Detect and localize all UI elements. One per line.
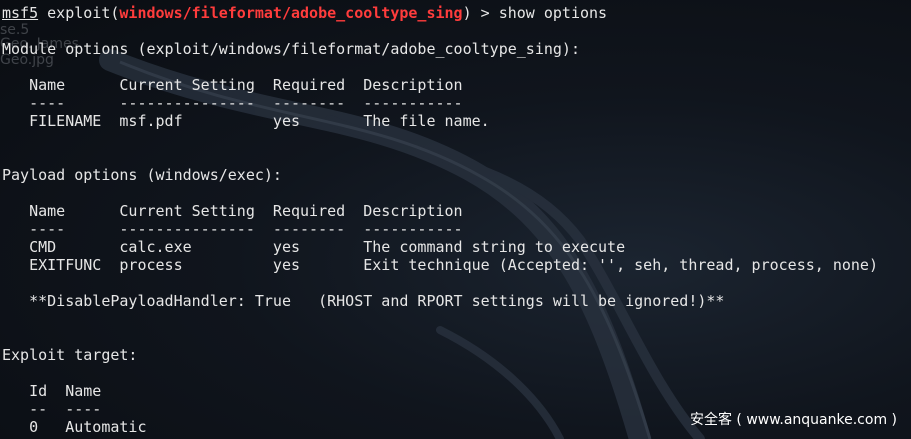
module-options-heading: Module options (exploit/windows/fileform… (2, 40, 580, 58)
payload-options-header: Name Current Setting Required Descriptio… (2, 202, 463, 220)
console-prompt-label: msf5 (2, 4, 39, 22)
terminal-window[interactable]: se.5 Geo. James Geo.jpg msf5 exploit(win… (0, 0, 911, 439)
exploit-target-row: 0 Automatic (2, 418, 147, 436)
payload-option-row: CMD calc.exe yes The command string to e… (2, 238, 626, 256)
module-options-header: Name Current Setting Required Descriptio… (2, 76, 463, 94)
payload-options-heading: Payload options (windows/exec): (2, 166, 282, 184)
prompt-command: ) > show options (462, 4, 608, 22)
module-path: windows/fileformat/adobe_cooltype_sing (119, 4, 463, 22)
module-options-separator: ---- --------------- -------- ----------… (2, 94, 463, 112)
exploit-target-separator: -- ---- (2, 400, 102, 418)
module-option-row: FILENAME msf.pdf yes The file name. (2, 112, 490, 130)
payload-options-separator: ---- --------------- -------- ----------… (2, 220, 463, 238)
exploit-target-heading: Exploit target: (2, 346, 138, 364)
prompt-prefix: exploit( (38, 4, 120, 22)
payload-option-row: EXITFUNC process yes Exit technique (Acc… (2, 256, 878, 274)
watermark-text: 安全客 ( www.anquanke.com ) (689, 412, 897, 428)
command-prompt-line: msf5 exploit(windows/fileformat/adobe_co… (2, 4, 607, 22)
payload-handler-note: **DisablePayloadHandler: True (RHOST and… (2, 292, 725, 310)
exploit-target-header: Id Name (2, 382, 102, 400)
